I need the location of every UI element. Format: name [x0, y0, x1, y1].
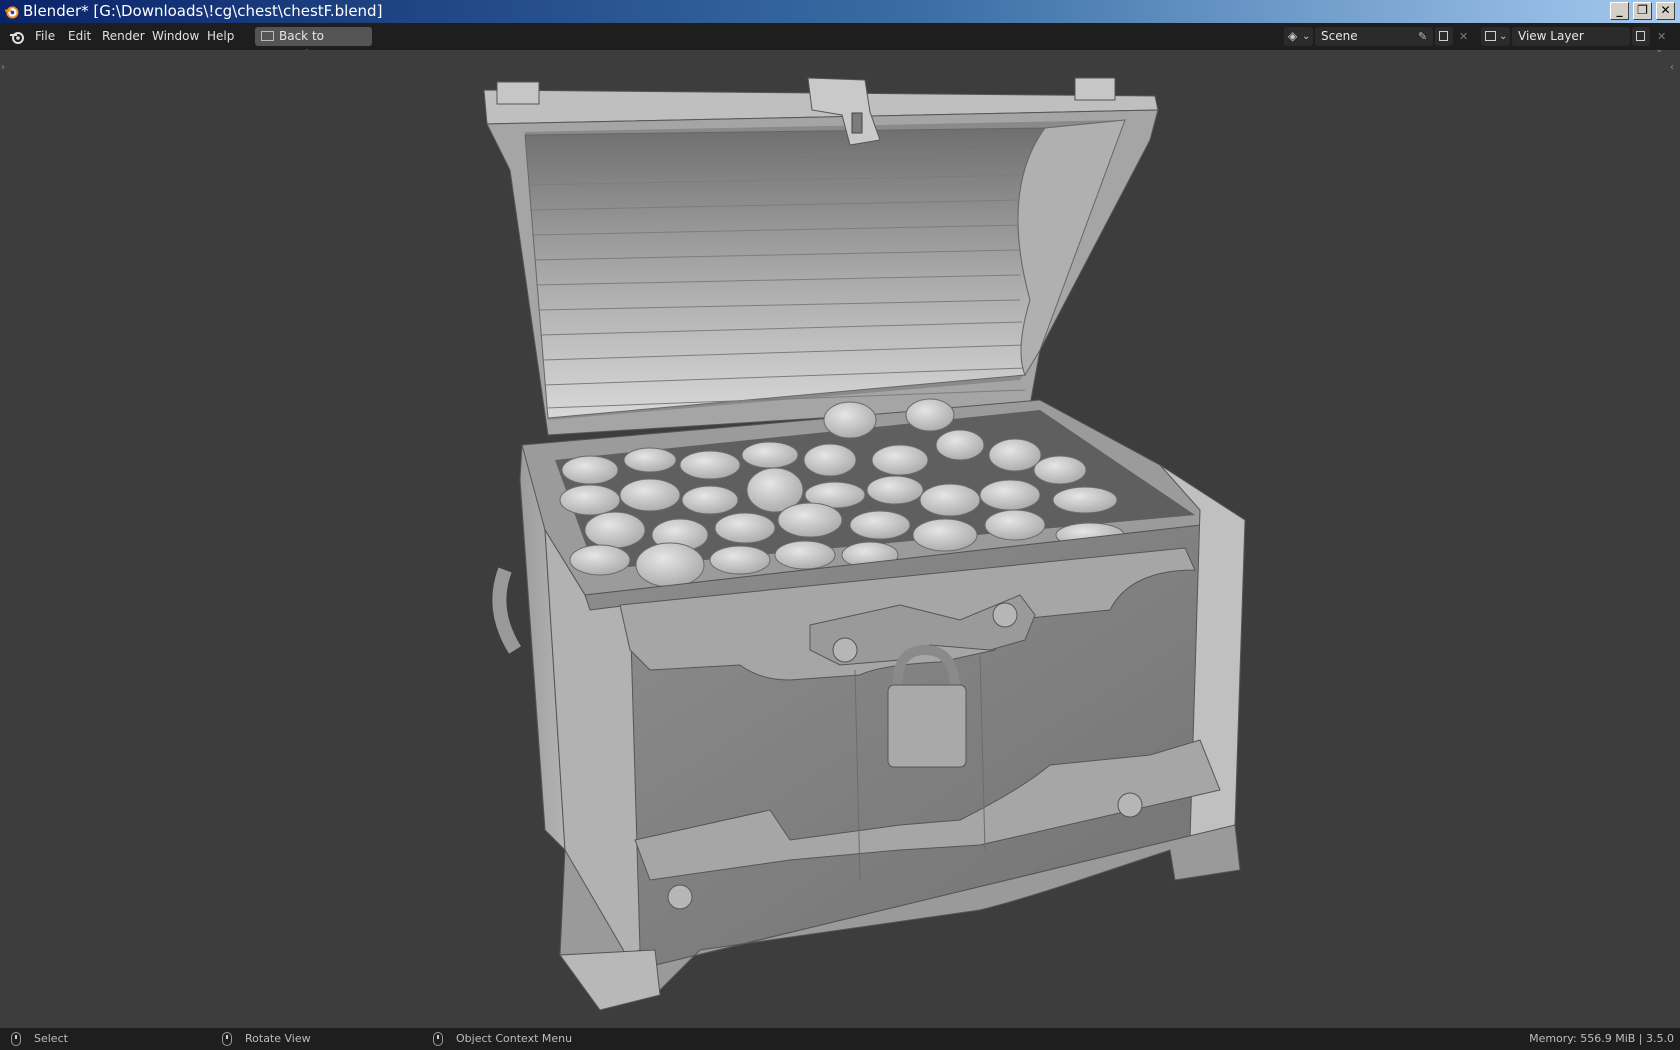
memory-version-info: Memory: 556.9 MiB | 3.5.0: [1529, 1032, 1674, 1045]
view-layer-name: View Layer: [1518, 29, 1584, 43]
select-hint: Select: [34, 1032, 68, 1045]
new-icon: [1439, 31, 1448, 41]
menu-render[interactable]: Render: [102, 29, 145, 43]
window-title: Blender* [G:\Downloads\!cg\chest\chestF.…: [23, 2, 383, 20]
menu-file[interactable]: File: [35, 29, 55, 43]
new-scene-button[interactable]: [1435, 27, 1453, 46]
blender-logo-icon: [4, 6, 19, 19]
view-layer-field[interactable]: View Layer: [1512, 27, 1630, 46]
view-layer-browse-button[interactable]: ⌄: [1481, 27, 1510, 46]
mouse-middle-icon: [222, 1032, 232, 1046]
close-window-button[interactable]: ✕: [1656, 2, 1675, 20]
chevron-down-icon: ⌄: [1499, 31, 1508, 42]
top-menu-bar: File Edit Render Window Help Back to Pre…: [0, 23, 1680, 62]
context-menu-hint: Object Context Menu: [456, 1032, 573, 1045]
menu-help[interactable]: Help: [207, 29, 234, 43]
new-icon: [1636, 31, 1645, 41]
minimize-button[interactable]: _: [1610, 2, 1629, 20]
close-icon[interactable]: ✕: [1459, 27, 1468, 46]
new-view-layer-button[interactable]: [1632, 27, 1650, 46]
scene-name: Scene: [1321, 29, 1358, 43]
screen-icon: [261, 31, 274, 41]
maximize-button[interactable]: ❐: [1633, 2, 1652, 20]
3d-viewport[interactable]: › ‹ ⌄: [0, 50, 1680, 1028]
blender-logo-icon[interactable]: [9, 29, 25, 45]
chevron-down-icon: ⌄: [1302, 31, 1311, 42]
menu-edit[interactable]: Edit: [68, 29, 91, 43]
chest-body: [492, 398, 1247, 1011]
scene-icon: ◈: [1288, 29, 1298, 43]
mouse-left-icon: [11, 1032, 21, 1046]
back-to-previous-button[interactable]: Back to Previous: [255, 27, 372, 62]
chest-lid: [483, 77, 1159, 436]
treasure-chest-model: [483, 77, 1247, 1011]
close-icon[interactable]: ✕: [1657, 27, 1666, 46]
menu-window[interactable]: Window: [152, 29, 199, 43]
view-layer-icon: [1485, 31, 1496, 41]
mouse-right-icon: [433, 1032, 443, 1046]
window-title-bar: Blender* [G:\Downloads\!cg\chest\chestF.…: [0, 0, 1680, 23]
scene-name-field[interactable]: Scene: [1315, 27, 1433, 46]
status-bar: Select Rotate View Object Context Menu M…: [0, 1028, 1680, 1050]
rotate-view-hint: Rotate View: [245, 1032, 311, 1045]
pin-icon[interactable]: ✎: [1418, 27, 1427, 46]
scene-browse-button[interactable]: ◈ ⌄: [1284, 27, 1313, 46]
